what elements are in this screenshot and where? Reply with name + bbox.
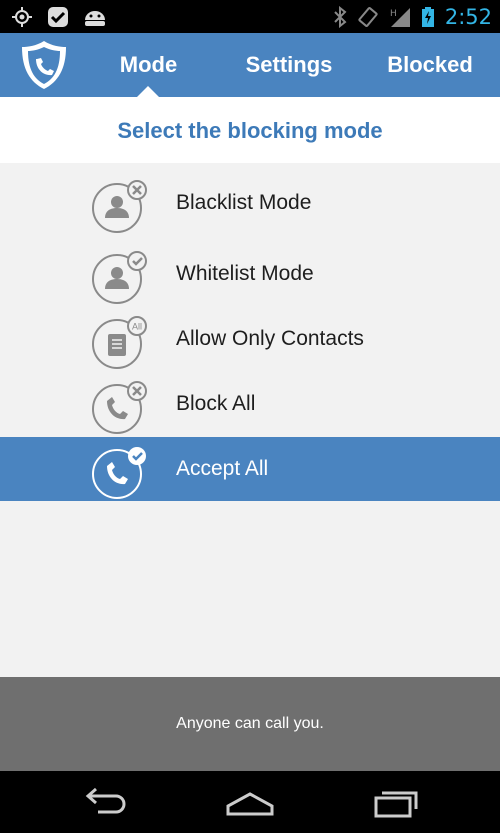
gps-icon	[12, 7, 32, 27]
tab-blocked[interactable]: Blocked	[375, 33, 485, 97]
person-allowed-icon	[92, 251, 147, 304]
clock: 2:52	[444, 4, 492, 29]
page-title: Select the blocking mode	[117, 118, 383, 143]
mode-item-allow-only-contacts[interactable]: All Allow Only Contacts	[0, 307, 500, 371]
mode-description-bar: Anyone can call you.	[0, 677, 500, 771]
recent-apps-icon[interactable]	[368, 784, 424, 820]
section-header: Select the blocking mode	[0, 97, 500, 163]
mode-label: Allow Only Contacts	[176, 327, 364, 350]
shield-phone-logo-icon[interactable]	[18, 39, 70, 91]
person-blocked-icon	[92, 180, 147, 233]
navigation-bar	[0, 771, 500, 833]
mode-label: Blacklist Mode	[176, 191, 312, 214]
svg-text:H: H	[390, 9, 397, 19]
mode-label: Whitelist Mode	[176, 262, 314, 285]
signal-icon: H	[390, 7, 410, 27]
mode-item-blacklist[interactable]: Blacklist Mode	[0, 171, 500, 235]
mode-label: Block All	[176, 392, 256, 415]
phone-blocked-icon	[92, 381, 147, 434]
system-icons: H 2:52	[333, 0, 492, 33]
badge-all: All	[132, 322, 142, 332]
contacts-book-all-icon: All	[92, 316, 147, 369]
battery-charging-icon	[421, 6, 434, 27]
notification-icons	[10, 5, 108, 29]
mode-item-block-all[interactable]: Block All	[0, 372, 500, 436]
status-bar: H 2:52	[0, 0, 500, 33]
mode-label: Accept All	[176, 457, 269, 480]
home-icon[interactable]	[222, 784, 278, 820]
rotate-icon	[358, 6, 378, 27]
bluetooth-icon	[334, 5, 347, 28]
android-icon	[85, 11, 105, 26]
back-icon[interactable]	[76, 784, 132, 820]
mode-item-whitelist[interactable]: Whitelist Mode	[0, 242, 500, 306]
app-bar: Mode Settings Blocked	[0, 33, 500, 97]
check-notification-icon	[48, 7, 68, 27]
mode-item-accept-all[interactable]: Accept All	[0, 437, 500, 501]
phone-allowed-icon	[92, 447, 146, 499]
active-tab-indicator	[137, 86, 159, 97]
mode-description: Anyone can call you.	[176, 715, 324, 732]
tab-settings[interactable]: Settings	[230, 33, 348, 97]
